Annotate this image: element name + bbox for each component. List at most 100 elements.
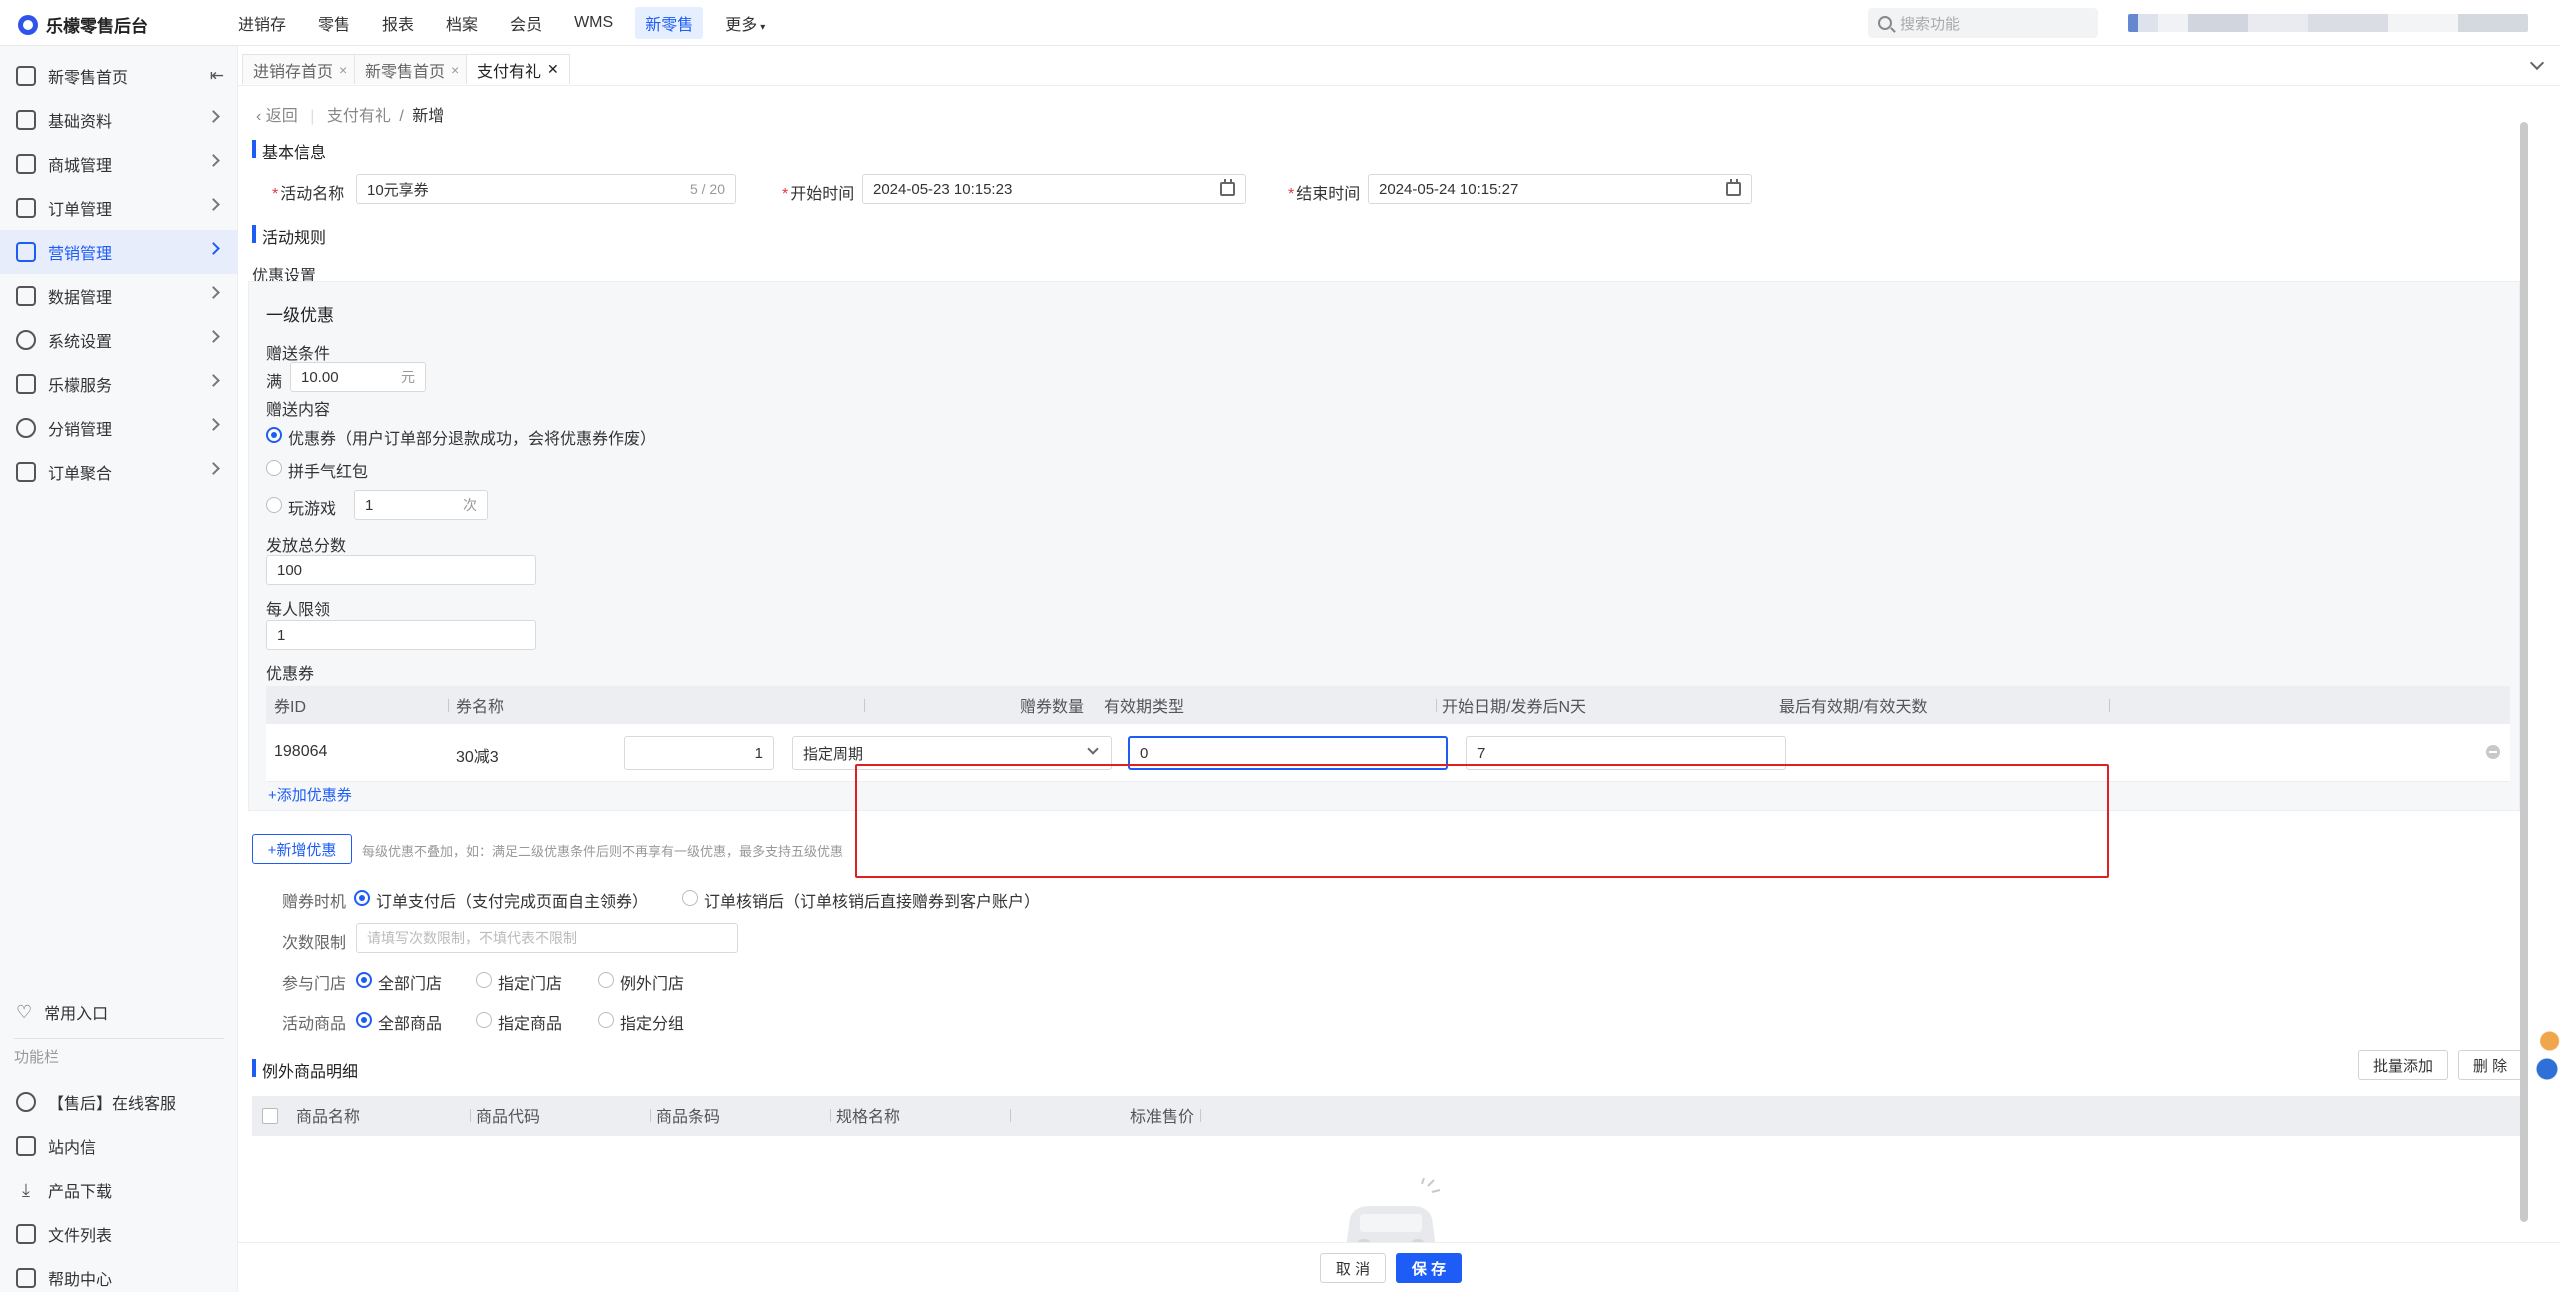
sidebar-item-label: 商城管理 [48, 158, 113, 175]
topnav-item[interactable]: 零售 [308, 7, 360, 39]
activity-name-input[interactable]: 10元享券 5 / 20 [356, 174, 736, 204]
limit-input[interactable]: 请填写次数限制，不填代表不限制 [356, 923, 738, 953]
sidebar-func-files[interactable]: 文件列表 [0, 1212, 238, 1256]
store-specified-label: 指定门店 [498, 976, 563, 993]
th-end: 最后有效期/有效天数 [1779, 699, 1928, 716]
document-icon [16, 198, 36, 218]
headset-icon [16, 1092, 36, 1112]
total-input[interactable]: 100 [266, 555, 536, 585]
mascot-icon[interactable] [2534, 1020, 2560, 1090]
coupon-qty-value: 1 [754, 744, 763, 762]
sidebar-item-settings[interactable]: 系统设置 [0, 318, 238, 362]
radio-goods-group[interactable] [598, 1012, 614, 1028]
mail-icon [16, 1136, 36, 1156]
th-qty: 赠券数量 [1019, 699, 1084, 716]
store-exception-label: 例外门店 [620, 976, 685, 993]
vertical-scrollbar[interactable] [2520, 122, 2528, 1222]
close-icon[interactable]: ✕ [547, 61, 559, 78]
section-basic-title: 基本信息 [252, 139, 326, 163]
breadcrumb-parent[interactable]: 支付有礼 [327, 108, 391, 125]
sidebar-item-distribution[interactable]: 分销管理 [0, 406, 238, 450]
sidebar-item-label: 营销管理 [48, 246, 113, 263]
total-label: 发放总分数 [266, 538, 347, 555]
sidebar-item-order-aggregate[interactable]: 订单聚合 [0, 450, 238, 494]
tab-new-retail-home[interactable]: 新零售首页 × [354, 54, 471, 84]
cancel-button[interactable]: 取 消 [1320, 1253, 1386, 1283]
sidebar-item-mall[interactable]: 商城管理 [0, 142, 238, 186]
start-time-input[interactable]: 2024-05-23 10:15:23 [862, 174, 1246, 204]
sidebar-common-entry[interactable]: ♡ 常用入口 [0, 990, 238, 1034]
tab-bar: 进销存首页 × 新零售首页 × 支付有礼 ✕ [238, 46, 2560, 86]
add-coupon-link[interactable]: +添加优惠券 [268, 784, 352, 805]
search-icon [1878, 16, 1892, 30]
radio-game[interactable] [266, 497, 282, 513]
full-amount-input[interactable]: 10.00 元 [290, 362, 426, 392]
app-logo[interactable]: 乐檬零售后台 [18, 12, 148, 37]
sidebar-item-label: 分销管理 [48, 422, 113, 439]
sidebar-item-marketing[interactable]: 营销管理 [0, 230, 238, 274]
radio-redpacket[interactable] [266, 460, 282, 476]
radio-timing-pay[interactable] [354, 890, 370, 906]
radio-store-exception[interactable] [598, 972, 614, 988]
close-icon[interactable]: × [451, 62, 459, 78]
radio-goods-specified[interactable] [476, 1012, 492, 1028]
search-box[interactable]: 搜索功能 [1868, 8, 2098, 38]
sidebar-item-orders[interactable]: 订单管理 [0, 186, 238, 230]
chevron-down-icon[interactable] [2529, 55, 2545, 71]
radio-timing-verify[interactable] [682, 890, 698, 906]
top-bar: 乐檬零售后台 进销存 零售 报表 档案 会员 WMS 新零售 更多 ▾ 搜索功能 [0, 0, 2560, 46]
game-times-input[interactable]: 1 次 [354, 490, 488, 520]
tab-pay-gift[interactable]: 支付有礼 ✕ [466, 54, 570, 84]
save-button[interactable]: 保 存 [1396, 1253, 1462, 1283]
chevron-right-icon [207, 462, 220, 475]
briefcase-icon [16, 374, 36, 394]
th-separator [1010, 1109, 1011, 1122]
radio-goods-all[interactable] [356, 1012, 372, 1028]
topnav-item-active[interactable]: 新零售 [635, 7, 704, 39]
th-spec-name: 规格名称 [836, 1109, 901, 1126]
sidebar-item-data[interactable]: 数据管理 [0, 274, 238, 318]
sidebar-item-label: 帮助中心 [48, 1272, 113, 1289]
sidebar-item-label: 订单聚合 [48, 466, 113, 483]
select-all-checkbox[interactable] [262, 1108, 278, 1124]
chevron-right-icon [207, 286, 220, 299]
end-time-value: 2024-05-24 10:15:27 [1379, 180, 1519, 198]
topnav-item[interactable]: 档案 [436, 7, 488, 39]
chevron-right-icon [207, 242, 220, 255]
minus-icon [2489, 751, 2497, 753]
radio-coupon[interactable] [266, 427, 282, 443]
close-icon[interactable]: × [339, 62, 347, 78]
per-limit-input[interactable]: 1 [266, 620, 536, 650]
sidebar-item-services[interactable]: 乐檬服务 [0, 362, 238, 406]
cell-coupon-name: 30减3 [456, 749, 499, 766]
batch-add-button[interactable]: 批量添加 [2358, 1050, 2448, 1080]
topnav-item[interactable]: 报表 [372, 7, 424, 39]
topnav-item[interactable]: WMS [564, 10, 623, 36]
tab-inventory-home[interactable]: 进销存首页 × [242, 54, 359, 84]
coupon-qty-input[interactable]: 1 [624, 736, 774, 770]
topnav-item[interactable]: 会员 [500, 7, 552, 39]
sidebar-func-download[interactable]: ⤓ 产品下载 [0, 1168, 238, 1212]
footer-bar: 取 消 保 存 [238, 1242, 2560, 1292]
sidebar-item-basic-data[interactable]: 基础资料 [0, 98, 238, 142]
sidebar-func-help[interactable]: 帮助中心 [0, 1256, 238, 1300]
radio-store-specified[interactable] [476, 972, 492, 988]
per-limit-value: 1 [277, 626, 286, 644]
timing-pay-label: 订单支付后（支付完成页面自主领券） [376, 894, 649, 911]
back-link[interactable]: ‹ 返回 [256, 108, 298, 125]
delete-button[interactable]: 删 除 [2458, 1050, 2522, 1080]
chevron-right-icon [207, 154, 220, 167]
end-time-input[interactable]: 2024-05-24 10:15:27 [1368, 174, 1752, 204]
char-count: 5 / 20 [689, 181, 725, 197]
sidebar-item-label: 系统设置 [48, 334, 113, 351]
collapse-icon[interactable]: ⇤ [210, 66, 224, 86]
topnav-item[interactable]: 进销存 [228, 7, 296, 39]
remove-row-icon[interactable] [2486, 745, 2500, 759]
sidebar-func-service[interactable]: 【售后】在线客服 [0, 1080, 238, 1124]
add-discount-button[interactable]: +新增优惠 [252, 834, 352, 864]
sidebar-func-message[interactable]: 站内信 [0, 1124, 238, 1168]
sidebar-item-home[interactable]: 新零售首页 ⇤ [0, 54, 238, 98]
sidebar-item-label: 文件列表 [48, 1228, 113, 1245]
radio-store-all[interactable] [356, 972, 372, 988]
topnav-more[interactable]: 更多 ▾ [715, 7, 775, 39]
